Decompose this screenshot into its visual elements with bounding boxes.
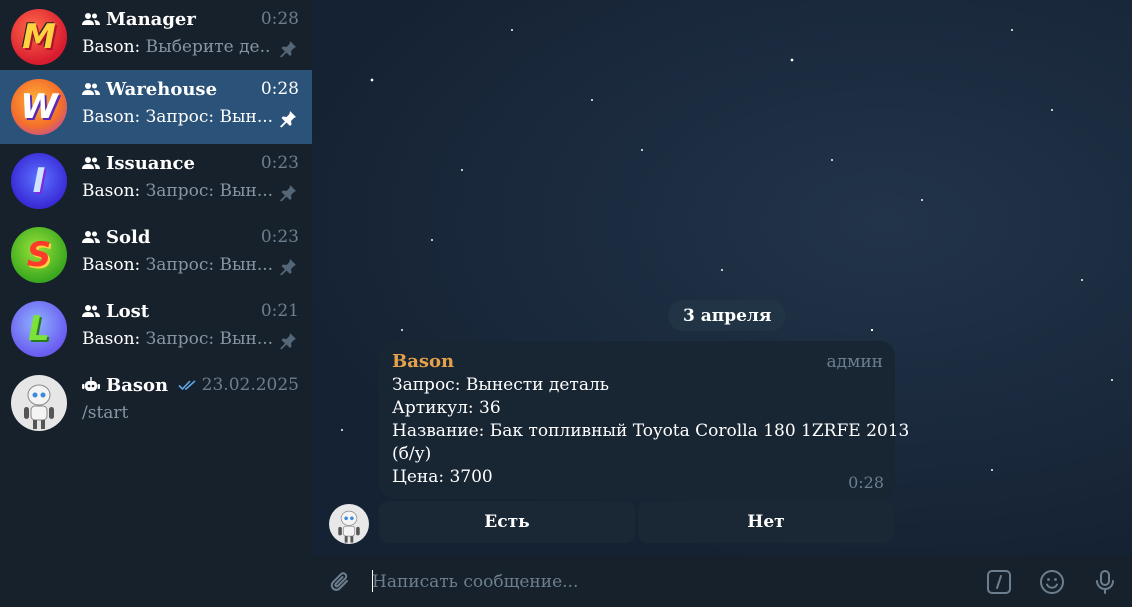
preview-text: Запрос: Вын... [145, 329, 272, 349]
message-sender[interactable]: Bason [392, 351, 454, 372]
message-composer [312, 555, 1132, 607]
group-icon [82, 157, 100, 169]
bot-icon [82, 377, 100, 391]
preview-text: Запрос: Вын... [145, 255, 272, 275]
group-icon [82, 83, 100, 95]
chat-title: Sold [106, 226, 151, 248]
chat-item-sold[interactable]: S Sold 0:23 Bason: Запрос: Вын... [0, 218, 312, 292]
chat-time: 0:23 [260, 153, 299, 173]
preview-sender: Bason: [82, 37, 141, 57]
chat-title: Lost [106, 300, 150, 322]
pin-icon [280, 111, 296, 128]
preview-sender: Bason: [82, 255, 141, 275]
group-icon [82, 231, 100, 243]
message-line: Артикул: 36 [392, 398, 501, 418]
microphone-icon[interactable] [1092, 569, 1118, 595]
chat-item-warehouse[interactable]: W Warehouse 0:28 Bason: Запрос: Вын... [0, 70, 312, 144]
emoji-icon[interactable] [1039, 569, 1065, 595]
chat-time: 0:21 [260, 301, 299, 321]
message-line: Запрос: Вынести деталь [392, 375, 610, 395]
conversation-area: 3 апреля Bason админ Запрос: Вынести дет… [312, 0, 1132, 555]
chat-item-lost[interactable]: L Lost 0:21 Bason: Запрос: Вын... [0, 292, 312, 366]
chat-title: Issuance [106, 152, 195, 174]
preview-text: Выберите де... [145, 37, 272, 57]
avatar: M [11, 9, 67, 65]
group-icon [82, 13, 100, 25]
preview-sender: Bason: [82, 181, 141, 201]
sender-avatar[interactable] [329, 504, 369, 544]
robot-avatar-image [338, 510, 360, 543]
robot-avatar-image [24, 384, 54, 429]
chat-time: 0:28 [260, 9, 299, 29]
preview-text: /start [82, 403, 129, 423]
double-check-icon [178, 380, 196, 391]
chat-title: Warehouse [106, 78, 218, 100]
chat-time: 0:23 [260, 227, 299, 247]
preview-sender: Bason: [82, 107, 141, 127]
avatar: I [11, 153, 67, 209]
avatar: S [11, 227, 67, 283]
admin-badge: админ [826, 352, 884, 372]
slash-command-icon[interactable] [986, 569, 1012, 595]
preview-text: Запрос: Вын... [145, 181, 272, 201]
chat-item-issuance[interactable]: I Issuance 0:23 Bason: Запрос: Вын... [0, 144, 312, 218]
message-input[interactable] [370, 567, 974, 597]
message-text: Запрос: Вынести деталь Артикул: 36 Назва… [392, 374, 910, 489]
message-line: (б/у) [392, 444, 432, 464]
pin-icon [280, 333, 296, 350]
chat-title: Bason [106, 374, 169, 396]
pin-icon [280, 185, 296, 202]
avatar [11, 375, 67, 431]
paperclip-icon[interactable] [328, 569, 354, 595]
chat-item-manager[interactable]: M Manager 0:28 Bason: Выберите де... [0, 0, 312, 74]
message-time: 0:28 [848, 473, 884, 492]
chat-time: 0:28 [260, 79, 299, 99]
chat-item-bason[interactable]: Bason 23.02.2025 /start [0, 366, 312, 440]
date-divider: 3 апреля [668, 300, 787, 331]
preview-text: Запрос: Вын... [145, 107, 272, 127]
message-line: Название: Бак топливный Toyota Corolla 1… [392, 421, 910, 441]
avatar: W [11, 79, 67, 135]
message-line: Цена: 3700 [392, 467, 493, 487]
chat-time: 23.02.2025 [201, 375, 299, 395]
group-icon [82, 305, 100, 317]
chat-title: Manager [106, 8, 196, 30]
avatar: L [11, 301, 67, 357]
keyboard-button-yes[interactable]: Есть [379, 501, 635, 543]
pin-icon [280, 41, 296, 58]
pin-icon [280, 259, 296, 276]
message-bubble[interactable]: Bason админ Запрос: Вынести деталь Артик… [379, 341, 910, 499]
preview-sender: Bason: [82, 329, 141, 349]
keyboard-button-no[interactable]: Нет [638, 501, 894, 543]
chat-list: M Manager 0:28 Bason: Выберите де... W W… [0, 0, 312, 607]
